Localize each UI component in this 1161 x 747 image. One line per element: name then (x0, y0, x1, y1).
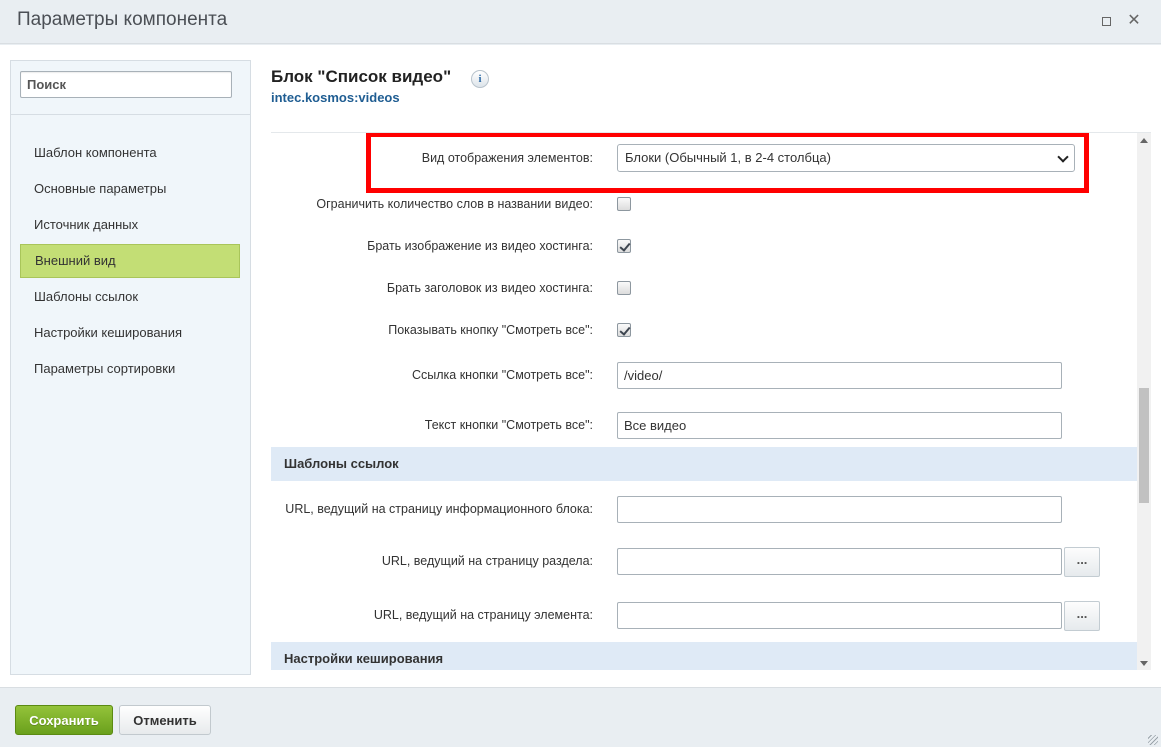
sidebar: Шаблон компонента Основные параметры Ист… (10, 60, 251, 675)
chevron-down-icon (1057, 151, 1069, 163)
param-label: URL, ведущий на страницу раздела: (381, 554, 593, 568)
dialog-title: Параметры компонента (17, 9, 228, 30)
param-row-view-mode: Вид отображения элементов: Блоки (Обычны… (271, 143, 1137, 173)
sidebar-item-link-templates[interactable]: Шаблоны ссылок (20, 280, 240, 314)
scroll-down-icon[interactable] (1140, 661, 1148, 666)
sidebar-item-appearance[interactable]: Внешний вид (20, 244, 240, 278)
param-label: URL, ведущий на страницу информационного… (285, 502, 593, 516)
scrollbar-thumb[interactable] (1139, 388, 1149, 503)
show-all-link-input[interactable] (617, 362, 1062, 389)
sidebar-item-sorting[interactable]: Параметры сортировки (20, 352, 240, 386)
limit-words-checkbox[interactable] (617, 197, 631, 211)
params-scroll-pane: Вид отображения элементов: Блоки (Обычны… (271, 132, 1151, 670)
main-panel: Блок "Список видео" i intec.kosmos:video… (271, 45, 1151, 687)
param-row-image-from-hosting: Брать изображение из видео хостинга: (271, 231, 1137, 261)
maximize-icon[interactable] (1099, 14, 1113, 28)
sidebar-nav: Шаблон компонента Основные параметры Ист… (20, 136, 240, 388)
param-label: Показывать кнопку "Смотреть все": (388, 323, 593, 337)
show-all-button-checkbox[interactable] (617, 323, 631, 337)
param-row-show-all-link: Ссылка кнопки "Смотреть все": (271, 360, 1137, 390)
section-url-browse-button[interactable]: ... (1064, 547, 1100, 577)
select-value: Блоки (Обычный 1, в 2-4 столбца) (625, 150, 831, 165)
param-label: Ограничить количество слов в названии ви… (316, 197, 593, 211)
close-icon[interactable]: ✕ (1127, 13, 1141, 29)
section-url-input[interactable] (617, 548, 1062, 575)
view-mode-select[interactable]: Блоки (Обычный 1, в 2-4 столбца) (617, 144, 1075, 172)
param-row-title-from-hosting: Брать заголовок из видео хостинга: (271, 273, 1137, 303)
param-row-section-url: URL, ведущий на страницу раздела: ... (271, 546, 1137, 577)
scroll-up-icon[interactable] (1140, 138, 1148, 143)
block-title: Блок "Список видео" (271, 67, 452, 86)
param-label: Ссылка кнопки "Смотреть все": (411, 368, 593, 382)
section-header-link-templates[interactable]: Шаблоны ссылок (271, 447, 1137, 481)
info-icon[interactable]: i (471, 70, 489, 88)
sidebar-item-data-source[interactable]: Источник данных (20, 208, 240, 242)
search-input[interactable] (20, 71, 232, 98)
title-from-hosting-checkbox[interactable] (617, 281, 631, 295)
sidebar-item-caching[interactable]: Настройки кеширования (20, 316, 240, 350)
sidebar-item-basic-params[interactable]: Основные параметры (20, 172, 240, 206)
param-row-show-all-button: Показывать кнопку "Смотреть все": (271, 315, 1137, 345)
cancel-button[interactable]: Отменить (119, 705, 211, 735)
dialog-titlebar: Параметры компонента ✕ (0, 0, 1161, 44)
section-title: Шаблоны ссылок (284, 456, 399, 471)
param-label: Брать заголовок из видео хостинга: (386, 281, 593, 295)
iblock-url-input[interactable] (617, 496, 1062, 523)
element-url-input[interactable] (617, 602, 1062, 629)
param-label: Брать изображение из видео хостинга: (367, 239, 593, 253)
param-row-show-all-text: Текст кнопки "Смотреть все": (271, 410, 1137, 440)
vertical-scrollbar[interactable] (1137, 133, 1151, 670)
sidebar-search (11, 61, 250, 115)
dialog-footer: Сохранить Отменить (0, 687, 1161, 747)
param-label: URL, ведущий на страницу элемента: (373, 608, 593, 622)
block-code: intec.kosmos:videos (271, 90, 400, 105)
dialog-body: Шаблон компонента Основные параметры Ист… (0, 45, 1161, 687)
resize-grip-icon[interactable] (1148, 735, 1158, 745)
param-label: Текст кнопки "Смотреть все": (424, 418, 593, 432)
sidebar-item-template[interactable]: Шаблон компонента (20, 136, 240, 170)
param-row-iblock-url: URL, ведущий на страницу информационного… (271, 494, 1137, 524)
show-all-text-input[interactable] (617, 412, 1062, 439)
section-title: Настройки кеширования (284, 651, 444, 666)
param-label: Вид отображения элементов: (421, 151, 593, 165)
section-header-caching[interactable]: Настройки кеширования (271, 642, 1137, 670)
image-from-hosting-checkbox[interactable] (617, 239, 631, 253)
param-row-limit-words: Ограничить количество слов в названии ви… (271, 189, 1137, 219)
element-url-browse-button[interactable]: ... (1064, 601, 1100, 631)
param-row-element-url: URL, ведущий на страницу элемента: ... (271, 600, 1137, 631)
save-button[interactable]: Сохранить (15, 705, 113, 735)
